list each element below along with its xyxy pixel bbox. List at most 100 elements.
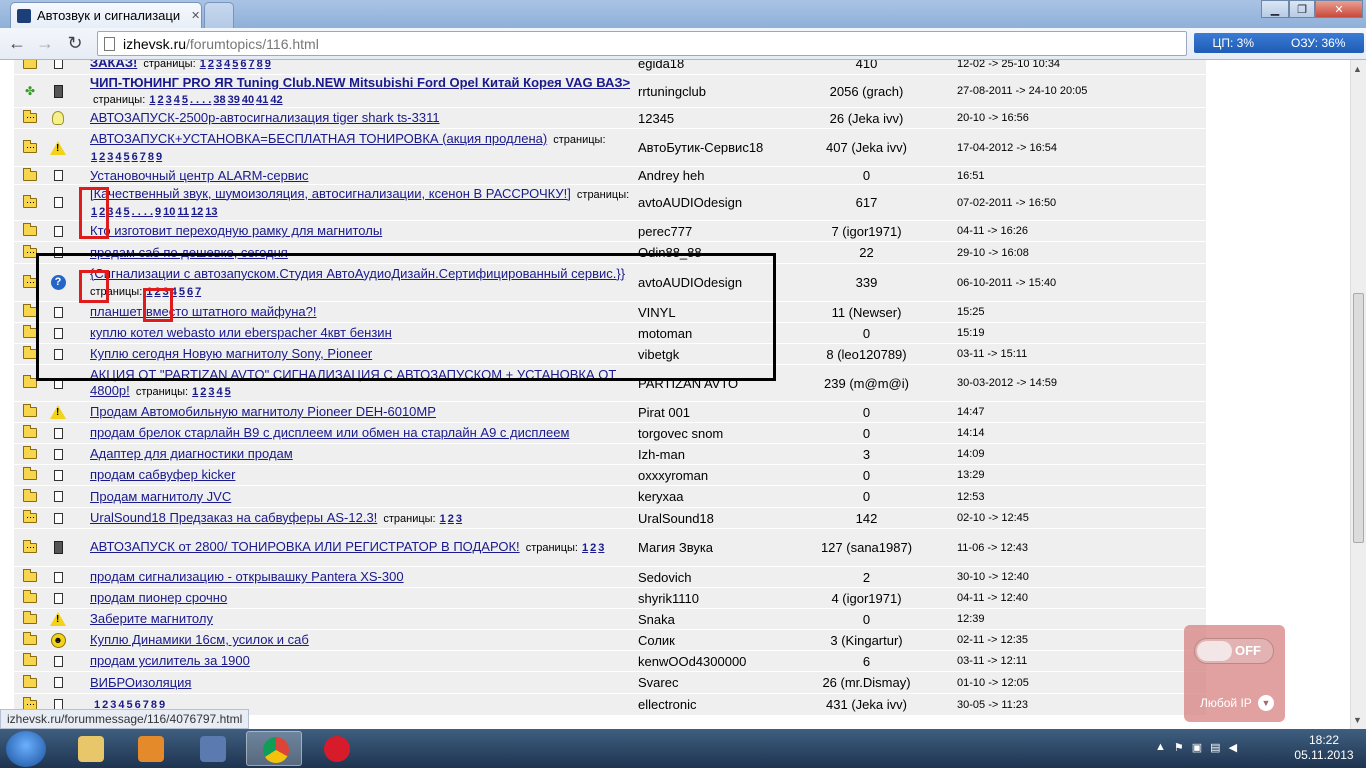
- start-button[interactable]: [6, 731, 46, 767]
- network-icon[interactable]: ▤: [1210, 741, 1220, 754]
- taskbar-chrome[interactable]: [246, 731, 302, 766]
- topic-link[interactable]: ЧИП-ТЮНИНГ PRO ЯR Tuning Club.NEW Mitsub…: [90, 75, 630, 90]
- page-link[interactable]: 2: [200, 386, 206, 398]
- taskbar-opera[interactable]: [308, 731, 364, 766]
- page-link[interactable]: 38: [213, 94, 225, 106]
- page-link[interactable]: 2: [208, 60, 214, 70]
- topic-link[interactable]: ЗАКАЗ!: [90, 60, 137, 70]
- topic-link[interactable]: АВТОЗАПУСК от 2800/ ТОНИРОВКА ИЛИ РЕГИСТ…: [90, 539, 520, 554]
- browser-tab[interactable]: Автозвук и сигнализаци ✕: [10, 2, 202, 28]
- topic-link[interactable]: Адаптер для диагностики продам: [90, 446, 293, 461]
- page-link[interactable]: 5: [232, 60, 238, 70]
- author[interactable]: Солик: [637, 630, 777, 650]
- page-link[interactable]: 1: [582, 542, 588, 554]
- page-link[interactable]: 11: [177, 206, 189, 218]
- author[interactable]: ellectronic: [637, 694, 777, 715]
- flag-icon[interactable]: ⚑: [1174, 741, 1184, 754]
- topic-link[interactable]: Кто изготовит переходную рамку для магни…: [90, 223, 382, 238]
- minimize-button[interactable]: ▁: [1261, 0, 1289, 18]
- page-link[interactable]: 4: [115, 151, 121, 163]
- page-link[interactable]: 8: [257, 60, 263, 70]
- page-link[interactable]: . . . .: [190, 94, 211, 106]
- author[interactable]: Pirat 001: [637, 402, 777, 422]
- author[interactable]: shyrik1110: [637, 588, 777, 608]
- page-link[interactable]: 4: [174, 94, 180, 106]
- page-link[interactable]: 1: [200, 60, 206, 70]
- page-link[interactable]: 1: [149, 94, 155, 106]
- tab-close-icon[interactable]: ✕: [191, 9, 200, 22]
- page-link[interactable]: 39: [228, 94, 240, 106]
- taskbar-media-player[interactable]: [122, 731, 178, 766]
- page-link[interactable]: 41: [256, 94, 268, 106]
- page-link[interactable]: 2: [99, 151, 105, 163]
- taskbar-explorer[interactable]: [62, 731, 118, 766]
- close-window-button[interactable]: ✕: [1315, 0, 1363, 18]
- topic-link[interactable]: [Качественный звук, шумоизоляция, автоси…: [90, 186, 571, 201]
- page-link[interactable]: 1: [440, 513, 446, 525]
- page-link[interactable]: 2: [590, 542, 596, 554]
- taskbar-virtualbox[interactable]: [184, 731, 240, 766]
- vpn-toggle[interactable]: OFF: [1194, 638, 1274, 664]
- device-icon[interactable]: ▣: [1192, 741, 1202, 754]
- author[interactable]: avtoAUDIOdesign: [637, 185, 777, 220]
- page-link[interactable]: 1: [91, 151, 97, 163]
- page-link[interactable]: 7: [248, 60, 254, 70]
- volume-icon[interactable]: ◀: [1229, 741, 1237, 754]
- topic-link[interactable]: Продам Автомобильную магнитолу Pioneer D…: [90, 404, 436, 419]
- page-link[interactable]: . . . .: [132, 206, 153, 218]
- topic-link[interactable]: продам сабвуфер kicker: [90, 467, 235, 482]
- page-link[interactable]: 2: [448, 513, 454, 525]
- page-link[interactable]: 5: [124, 151, 130, 163]
- page-link[interactable]: 4: [217, 386, 223, 398]
- author[interactable]: Магия Звука: [637, 529, 777, 566]
- page-link[interactable]: 13: [205, 206, 217, 218]
- author[interactable]: keryxaa: [637, 486, 777, 507]
- page-link[interactable]: 6: [132, 151, 138, 163]
- author[interactable]: Svarec: [637, 672, 777, 693]
- forward-arrow-icon[interactable]: →: [33, 32, 57, 56]
- page-link[interactable]: 3: [216, 60, 222, 70]
- page-link[interactable]: 3: [166, 94, 172, 106]
- page-link[interactable]: 3: [598, 542, 604, 554]
- address-bar[interactable]: izhevsk.ru/forumtopics/116.html: [97, 31, 1187, 56]
- topic-link[interactable]: UralSound18 Предзаказ на сабвуферы AS-12…: [90, 510, 377, 525]
- page-link[interactable]: 6: [240, 60, 246, 70]
- scroll-up-icon[interactable]: ▲: [1353, 64, 1362, 74]
- topic-link[interactable]: Установочный центр ALARM-сервис: [90, 168, 308, 183]
- topic-link[interactable]: продам сигнализацию - открывашку Pantera…: [90, 569, 404, 584]
- page-link[interactable]: 9: [156, 151, 162, 163]
- taskbar-clock[interactable]: 18:22 05.11.2013: [1293, 733, 1355, 763]
- author[interactable]: АвтоБутик-Сервис18: [637, 129, 777, 166]
- author[interactable]: egida18: [637, 60, 777, 74]
- author[interactable]: rrtuningclub: [637, 75, 777, 107]
- page-link[interactable]: 8: [148, 151, 154, 163]
- page-link[interactable]: 42: [270, 94, 282, 106]
- author[interactable]: Snaka: [637, 609, 777, 629]
- page-link[interactable]: 7: [140, 151, 146, 163]
- page-link[interactable]: 5: [225, 386, 231, 398]
- page-link[interactable]: 3: [456, 513, 462, 525]
- author[interactable]: Izh-man: [637, 444, 777, 464]
- author[interactable]: perec777: [637, 221, 777, 241]
- topic-link[interactable]: продам пионер срочно: [90, 590, 227, 605]
- author[interactable]: torgovec snom: [637, 423, 777, 443]
- topic-link[interactable]: ВИБРОизоляция: [90, 675, 191, 690]
- page-link[interactable]: 10: [163, 206, 175, 218]
- page-link[interactable]: 12: [191, 206, 203, 218]
- topic-link[interactable]: АВТОЗАПУСК-2500р-автосигнализация tiger …: [90, 110, 440, 125]
- topic-link[interactable]: Продам магнитолу JVC: [90, 489, 231, 504]
- author[interactable]: Sedovich: [637, 567, 777, 587]
- page-link[interactable]: 9: [155, 206, 161, 218]
- page-link[interactable]: 2: [157, 94, 163, 106]
- page-link[interactable]: 40: [242, 94, 254, 106]
- topic-link[interactable]: Заберите магнитолу: [90, 611, 213, 626]
- ip-dropdown-icon[interactable]: ▼: [1258, 695, 1274, 711]
- vertical-scrollbar[interactable]: ▲ ▼: [1350, 60, 1366, 730]
- author[interactable]: kenwOOd4300000: [637, 651, 777, 671]
- reload-icon[interactable]: ↻: [63, 32, 87, 56]
- back-arrow-icon[interactable]: ←: [5, 32, 29, 56]
- topic-link[interactable]: Куплю Динамики 16см, усилок и саб: [90, 632, 309, 647]
- scrollbar-thumb[interactable]: [1353, 293, 1364, 543]
- page-link[interactable]: 3: [107, 151, 113, 163]
- page-link[interactable]: 3: [208, 386, 214, 398]
